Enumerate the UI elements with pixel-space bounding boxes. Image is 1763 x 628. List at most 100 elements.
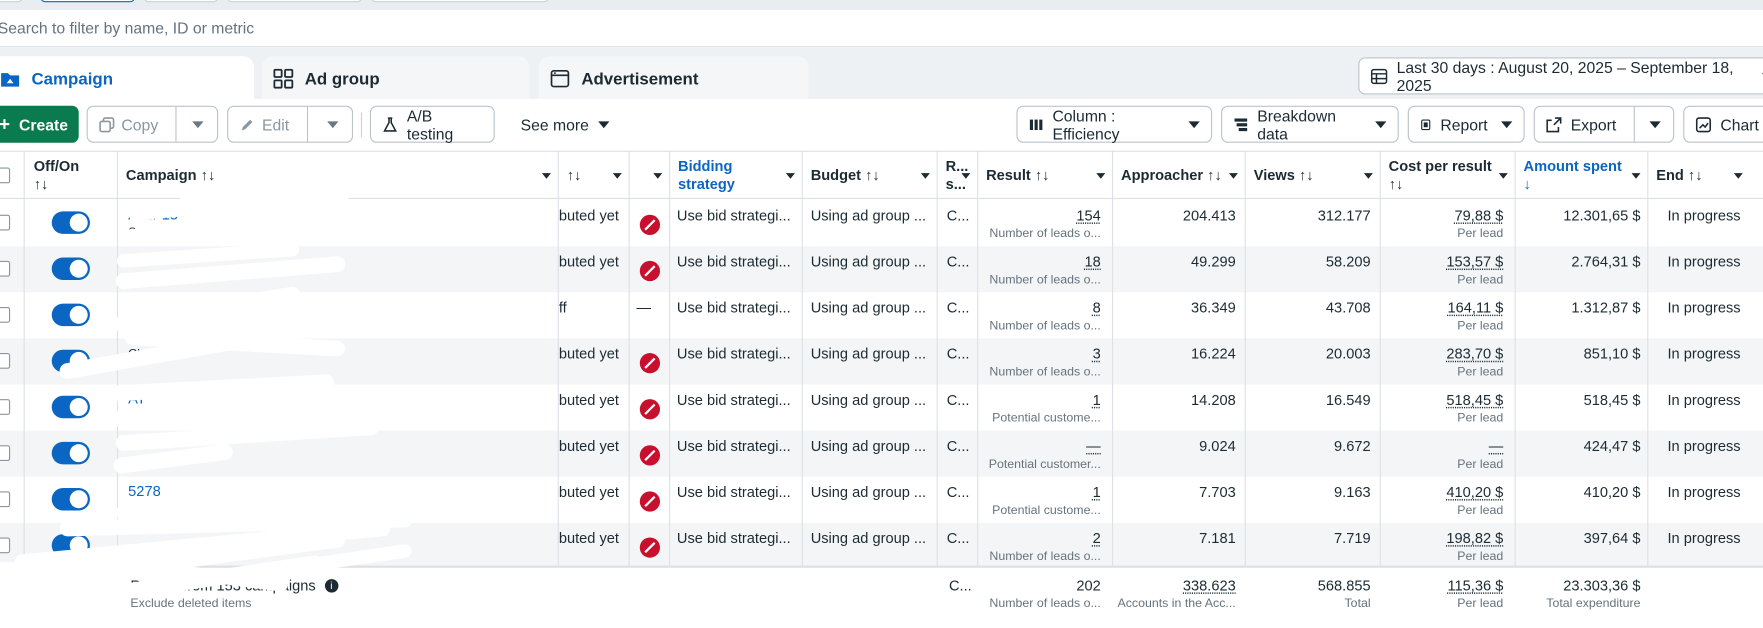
report-button[interactable]: Report bbox=[1408, 106, 1525, 143]
ads-manager-view: Search to filter by name, ID or metric C… bbox=[0, 0, 1763, 628]
row-checkbox[interactable] bbox=[0, 261, 10, 277]
row-checkbox[interactable] bbox=[0, 445, 10, 461]
top-button-fragment[interactable] bbox=[227, 0, 362, 2]
col-amount[interactable]: Amount spent ↓ bbox=[1515, 152, 1648, 200]
campaign-name-link[interactable]: AT bbox=[128, 385, 555, 431]
rs-cell: C... bbox=[947, 385, 976, 431]
ab-testing-button[interactable]: A/B testing bbox=[370, 106, 495, 143]
split-divider bbox=[175, 107, 176, 142]
col-attribution[interactable] bbox=[629, 152, 669, 200]
rs-cell: C... bbox=[947, 431, 976, 477]
table-row[interactable]: Abuted yet Use bid strategi... Using ad gr… bbox=[0, 431, 1763, 477]
col-rs[interactable]: R... s... bbox=[937, 152, 977, 200]
table-row[interactable]: AT // 15 S ... di ... Gbuted yet Use bid s… bbox=[0, 200, 1763, 246]
chevron-down-icon bbox=[1734, 173, 1743, 179]
campaign-name-link[interactable]: A bbox=[128, 431, 555, 477]
copy-options-chevron-icon[interactable] bbox=[192, 121, 203, 128]
cost-cell: 198,82 $ Per lead bbox=[1380, 523, 1504, 569]
campaign-name-link[interactable]: Ch n bbox=[128, 338, 555, 384]
table-row[interactable]: AT // buted yet Use bid strategi... Using … bbox=[0, 246, 1763, 292]
end-cell: In progress bbox=[1667, 200, 1761, 246]
copy-button[interactable]: Copy bbox=[87, 106, 219, 143]
top-button-fragment[interactable] bbox=[0, 0, 22, 2]
report-icon bbox=[1420, 116, 1431, 132]
edit-button[interactable]: Edit bbox=[227, 106, 353, 143]
col-budget[interactable]: Budget ↑↓ bbox=[802, 152, 937, 200]
col-end[interactable]: End ↑↓ bbox=[1647, 152, 1763, 200]
search-input[interactable]: Search to filter by name, ID or metric bbox=[0, 19, 254, 37]
chevron-down-icon bbox=[598, 121, 609, 128]
not-delivering-icon bbox=[640, 491, 660, 511]
delivery-status: buted yet bbox=[558, 246, 628, 292]
approacher-cell: 7.703 bbox=[1112, 477, 1236, 523]
search-filter-bar[interactable]: Search to filter by name, ID or metric bbox=[0, 10, 1763, 47]
campaign-toggle[interactable] bbox=[52, 534, 90, 556]
campaign-name-link[interactable]: 5278 bbox=[128, 477, 555, 523]
chevron-down-icon bbox=[1501, 121, 1512, 128]
tab-ad-group[interactable]: Ad group bbox=[262, 56, 530, 101]
budget-cell: Using ad group ... bbox=[811, 338, 935, 384]
table-row[interactable]: 5278 buted yet Use bid strategi... Using ad… bbox=[0, 477, 1763, 523]
create-button[interactable]: + Create bbox=[0, 106, 79, 143]
date-range-picker[interactable]: Last 30 days : August 20, 2025 – Septemb… bbox=[1358, 57, 1763, 94]
see-more-button[interactable]: See more bbox=[521, 106, 609, 143]
date-range-label: Last 30 days : August 20, 2025 – Septemb… bbox=[1397, 58, 1751, 94]
edit-options-chevron-icon[interactable] bbox=[327, 121, 338, 128]
row-checkbox[interactable] bbox=[0, 491, 10, 507]
table-row[interactable]: AT buted yet Use bid strategi... Using ad g… bbox=[0, 385, 1763, 431]
row-checkbox[interactable] bbox=[0, 215, 10, 231]
views-cell: 58.209 bbox=[1245, 246, 1371, 292]
campaign-name-link[interactable] bbox=[128, 292, 555, 338]
table-row[interactable]: ff — Use bid strategi... Using ad group ...… bbox=[0, 292, 1763, 338]
campaign-name-link[interactable]: AT // 15 S ... di ... G bbox=[128, 200, 555, 246]
export-options-chevron-icon[interactable] bbox=[1649, 121, 1660, 128]
top-button-fragment[interactable] bbox=[144, 0, 218, 2]
top-button-fragment[interactable] bbox=[371, 0, 549, 2]
col-cost[interactable]: Cost per result ↑↓ bbox=[1380, 152, 1515, 200]
table-row[interactable]: buted yet Use bid strategi... Using ad gro… bbox=[0, 523, 1763, 569]
cost-cell: 283,70 $ Per lead bbox=[1380, 338, 1504, 384]
tab-campaign[interactable]: Campaign bbox=[0, 56, 254, 101]
rs-cell: C... bbox=[947, 200, 976, 246]
views-cell: 16.549 bbox=[1245, 385, 1371, 431]
campaign-toggle[interactable] bbox=[52, 350, 90, 372]
col-bidding[interactable]: Bidding strategy bbox=[669, 152, 802, 200]
chevron-down-icon bbox=[1375, 121, 1386, 128]
campaign-toggle[interactable] bbox=[52, 442, 90, 464]
chart-button[interactable]: Chart bbox=[1683, 106, 1763, 143]
campaign-toggle[interactable] bbox=[52, 396, 90, 418]
col-result[interactable]: Result ↑↓ bbox=[977, 152, 1112, 200]
col-views[interactable]: Views ↑↓ bbox=[1245, 152, 1380, 200]
col-campaign[interactable]: Campaign ↑↓ bbox=[117, 152, 558, 200]
top-button-fragment[interactable] bbox=[40, 0, 134, 2]
col-delivery[interactable]: ↑↓ bbox=[558, 152, 629, 200]
campaign-toggle[interactable] bbox=[52, 211, 90, 233]
column-selector-button[interactable]: Column : Efficiency bbox=[1016, 106, 1212, 143]
row-checkbox[interactable] bbox=[0, 307, 10, 323]
campaign-name-link[interactable] bbox=[128, 523, 555, 569]
col-approacher[interactable]: Approacher ↑↓ bbox=[1112, 152, 1245, 200]
col-offon[interactable]: Off/On ↑↓ bbox=[25, 152, 117, 200]
table-footer-totals: Results from 153 campaigns i Exclude dele… bbox=[0, 566, 1763, 628]
row-checkbox[interactable] bbox=[0, 537, 10, 553]
rs-cell: C... bbox=[947, 477, 976, 523]
table-header: Off/On ↑↓ Campaign ↑↓ ↑↓ Bidding strategy… bbox=[0, 151, 1763, 199]
split-divider bbox=[1634, 107, 1635, 142]
info-icon[interactable]: i bbox=[325, 579, 338, 592]
row-checkbox[interactable] bbox=[0, 399, 10, 415]
campaign-name-link[interactable]: AT // bbox=[128, 246, 555, 292]
campaign-toggle[interactable] bbox=[52, 257, 90, 279]
chevron-down-icon bbox=[613, 173, 622, 179]
delivery-status: buted yet bbox=[558, 338, 628, 384]
budget-cell: Using ad group ... bbox=[811, 246, 935, 292]
export-button[interactable]: Export bbox=[1534, 106, 1675, 143]
cost-cell: 164,11 $ Per lead bbox=[1380, 292, 1504, 338]
select-all-checkbox[interactable] bbox=[0, 168, 10, 184]
campaign-toggle[interactable] bbox=[52, 488, 90, 510]
table-row[interactable]: Ch n buted yet Use bid strategi... Using ad… bbox=[0, 338, 1763, 384]
campaign-toggle[interactable] bbox=[52, 304, 90, 326]
breakdown-button[interactable]: Breakdown data bbox=[1221, 106, 1399, 143]
row-checkbox[interactable] bbox=[0, 353, 10, 369]
tab-advertisement[interactable]: Advertisement bbox=[539, 56, 809, 101]
footer-label: Results from 153 campaigns i Exclude dele… bbox=[130, 568, 557, 614]
